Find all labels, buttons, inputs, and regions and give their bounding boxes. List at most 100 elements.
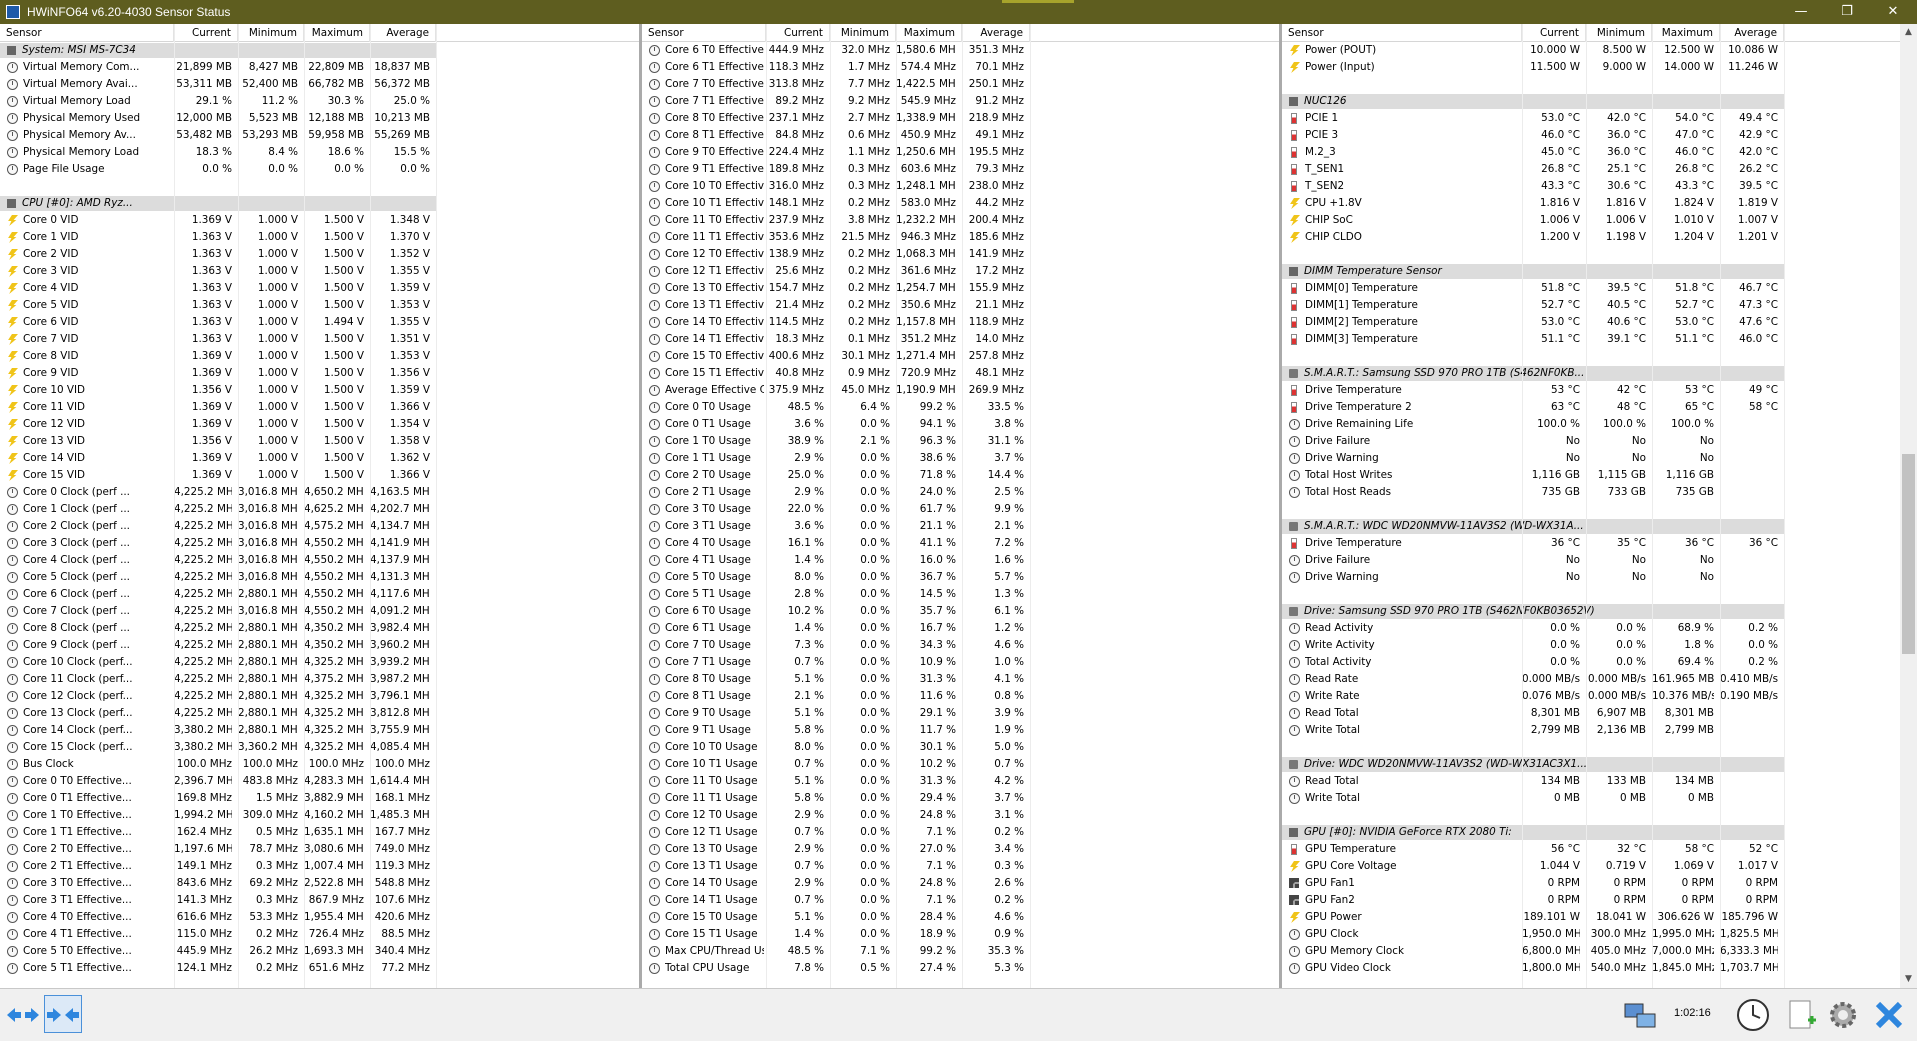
network-button[interactable]	[1616, 995, 1662, 1033]
sensor-row[interactable]: Core 8 T0 Usage 5.1 % 0.0 % 31.3 % 4.1 %	[642, 671, 1279, 688]
sensor-row[interactable]: Core 8 Clock (perf ... 4,225.2 MHz 2,880.1…	[0, 620, 639, 637]
column-header-maximum[interactable]: Maximum	[304, 24, 370, 42]
sensor-row[interactable]: Max CPU/Thread Usage 48.5 % 7.1 % 99.2 % 35.…	[642, 943, 1279, 960]
sensor-row[interactable]: Drive Warning No No No	[1282, 450, 1900, 467]
sensor-row[interactable]: Total Host Reads 735 GB 733 GB 735 GB	[1282, 484, 1900, 501]
sensor-row[interactable]: Core 4 T1 Effective... 115.0 MHz 0.2 MHz 72…	[0, 926, 639, 943]
sensor-group-header[interactable]: NUC126	[1282, 93, 1900, 110]
sensor-row[interactable]: DIMM[2] Temperature 53.0 °C 40.6 °C 53.0 °C…	[1282, 314, 1900, 331]
sensor-row[interactable]: T_SEN2 43.3 °C 30.6 °C 43.3 °C 39.5 °C	[1282, 178, 1900, 195]
sensor-row[interactable]: Physical Memory Load 18.3 % 8.4 % 18.6 % 15.…	[0, 144, 639, 161]
sensor-row[interactable]: Core 3 T0 Effective... 843.6 MHz 69.2 MHz 2…	[0, 875, 639, 892]
column-header-maximum[interactable]: Maximum	[1652, 24, 1720, 42]
sensor-row[interactable]: Drive Failure No No No	[1282, 552, 1900, 569]
sensor-row[interactable]: Core 11 T0 Effective Clock 237.9 MHz 3.8 M…	[642, 212, 1279, 229]
sensor-row[interactable]: Drive Warning No No No	[1282, 569, 1900, 586]
sensor-row[interactable]: Total CPU Usage 7.8 % 0.5 % 27.4 % 5.3 %	[642, 960, 1279, 977]
sensor-panel-2[interactable]: Sensor Current Minimum Maximum Average Core 6…	[642, 24, 1282, 988]
sensor-row[interactable]: Core 9 T0 Usage 5.1 % 0.0 % 29.1 % 3.9 %	[642, 705, 1279, 722]
sensor-row[interactable]: Virtual Memory Load 29.1 % 11.2 % 30.3 % 25.…	[0, 93, 639, 110]
sensor-row[interactable]: Core 12 T0 Usage 2.9 % 0.0 % 24.8 % 3.1 %	[642, 807, 1279, 824]
sensor-row[interactable]: Physical Memory Used 12,000 MB 5,523 MB 12,…	[0, 110, 639, 127]
sensor-group-header[interactable]: DIMM Temperature Sensor	[1282, 263, 1900, 280]
column-header-sensor[interactable]: Sensor	[1282, 24, 1522, 42]
sensor-group-header[interactable]: CPU [#0]: AMD Ryz...	[0, 195, 639, 212]
sensor-row[interactable]: Core 8 T1 Usage 2.1 % 0.0 % 11.6 % 0.8 %	[642, 688, 1279, 705]
sensor-row[interactable]: Write Activity 0.0 % 0.0 % 1.8 % 0.0 %	[1282, 637, 1900, 654]
sensor-row[interactable]: Virtual Memory Avai... 53,311 MB 52,400 MB…	[0, 76, 639, 93]
sensor-row[interactable]: Power (POUT) 10.000 W 8.500 W 12.500 W 10.08…	[1282, 42, 1900, 59]
sensor-row[interactable]: Write Rate 0.076 MB/s 0.000 MB/s 10.376 MB/…	[1282, 688, 1900, 705]
sensor-row[interactable]: Write Total 0 MB 0 MB 0 MB	[1282, 790, 1900, 807]
scroll-down-icon[interactable]: ▼	[1900, 971, 1917, 988]
sensor-row[interactable]: Read Total 8,301 MB 6,907 MB 8,301 MB	[1282, 705, 1900, 722]
sensor-row[interactable]: Core 5 T0 Usage 8.0 % 0.0 % 36.7 % 5.7 %	[642, 569, 1279, 586]
column-header-average[interactable]: Average	[1720, 24, 1784, 42]
sensor-row[interactable]: Core 3 VID 1.363 V 1.000 V 1.500 V 1.355 V	[0, 263, 639, 280]
sensor-row[interactable]: Core 7 VID 1.363 V 1.000 V 1.500 V 1.351 V	[0, 331, 639, 348]
sensor-row[interactable]: DIMM[3] Temperature 51.1 °C 39.1 °C 51.1 °C…	[1282, 331, 1900, 348]
sensor-row[interactable]: Virtual Memory Com... 21,899 MB 8,427 MB 22…	[0, 59, 639, 76]
sensor-row[interactable]: GPU Core Voltage 1.044 V 0.719 V 1.069 V 1.0…	[1282, 858, 1900, 875]
sensor-row[interactable]: Core 5 T1 Effective... 124.1 MHz 0.2 MHz 65…	[0, 960, 639, 977]
sensor-row[interactable]: Core 15 T1 Usage 1.4 % 0.0 % 18.9 % 0.9 %	[642, 926, 1279, 943]
sensor-row[interactable]: Core 5 VID 1.363 V 1.000 V 1.500 V 1.353 V	[0, 297, 639, 314]
sensor-row[interactable]: Core 6 VID 1.363 V 1.000 V 1.494 V 1.355 V	[0, 314, 639, 331]
sensor-row[interactable]: Core 10 T0 Usage 8.0 % 0.0 % 30.1 % 5.0 %	[642, 739, 1279, 756]
sensor-row[interactable]: Core 2 T0 Usage 25.0 % 0.0 % 71.8 % 14.4 %	[642, 467, 1279, 484]
vertical-scrollbar[interactable]: ▲ ▼	[1900, 24, 1917, 988]
sensor-row[interactable]: Core 10 T0 Effective Clock 316.0 MHz 0.3 M…	[642, 178, 1279, 195]
column-header-current[interactable]: Current	[1522, 24, 1586, 42]
sensor-row[interactable]: Core 7 T1 Usage 0.7 % 0.0 % 10.9 % 1.0 %	[642, 654, 1279, 671]
sensor-group-header[interactable]: S.M.A.R.T.: WDC WD20NMVW-11AV3S2 (WD-WX3…	[1282, 518, 1900, 535]
sensor-row[interactable]: Core 0 T0 Usage 48.5 % 6.4 % 99.2 % 33.5 %	[642, 399, 1279, 416]
sensor-row[interactable]: Core 13 T1 Effective Clock 21.4 MHz 0.2 MH…	[642, 297, 1279, 314]
sensor-group-header[interactable]: S.M.A.R.T.: Samsung SSD 970 PRO 1TB (S46…	[1282, 365, 1900, 382]
column-header-current[interactable]: Current	[766, 24, 830, 42]
sensor-row[interactable]: Core 11 T0 Usage 5.1 % 0.0 % 31.3 % 4.2 %	[642, 773, 1279, 790]
sensor-row[interactable]: Read Rate 0.000 MB/s 0.000 MB/s 161.965 MB/…	[1282, 671, 1900, 688]
sensor-row[interactable]: Core 9 T0 Effective Clock 224.4 MHz 1.1 MH…	[642, 144, 1279, 161]
column-header-average[interactable]: Average	[962, 24, 1030, 42]
sensor-row[interactable]: Core 4 T0 Effective... 616.6 MHz 53.3 MHz 1…	[0, 909, 639, 926]
sensor-row[interactable]: Core 2 T0 Effective... 1,197.6 MHz 78.7 MH…	[0, 841, 639, 858]
sensor-row[interactable]: Core 0 T1 Effective... 169.8 MHz 1.5 MHz 3,…	[0, 790, 639, 807]
sensor-row[interactable]: Core 12 Clock (perf... 4,225.2 MHz 2,880.1…	[0, 688, 639, 705]
sensor-row[interactable]: Core 1 T0 Effective... 1,994.2 MHz 309.0 M…	[0, 807, 639, 824]
sensor-row[interactable]: Core 14 Clock (perf... 3,380.2 MHz 2,880.1…	[0, 722, 639, 739]
sensor-row[interactable]: Core 9 Clock (perf ... 4,225.2 MHz 2,880.1…	[0, 637, 639, 654]
sensor-row[interactable]: Core 10 VID 1.356 V 1.000 V 1.500 V 1.359 V	[0, 382, 639, 399]
sensor-row[interactable]: CPU +1.8V 1.816 V 1.816 V 1.824 V 1.819 V	[1282, 195, 1900, 212]
sensor-row[interactable]: Total Host Writes 1,116 GB 1,115 GB 1,116 G…	[1282, 467, 1900, 484]
column-header-sensor[interactable]: Sensor	[642, 24, 766, 42]
sensor-panel-3[interactable]: Sensor Current Minimum Maximum Average Power …	[1282, 24, 1900, 988]
sensor-row[interactable]: Core 9 VID 1.369 V 1.000 V 1.500 V 1.356 V	[0, 365, 639, 382]
sensor-row[interactable]: Core 4 T0 Usage 16.1 % 0.0 % 41.1 % 7.2 %	[642, 535, 1279, 552]
sensor-row[interactable]: Core 0 Clock (perf ... 4,225.2 MHz 3,016.8…	[0, 484, 639, 501]
sensor-row[interactable]: Core 12 T1 Usage 0.7 % 0.0 % 7.1 % 0.2 %	[642, 824, 1279, 841]
sensor-row[interactable]: Core 3 T0 Usage 22.0 % 0.0 % 61.7 % 9.9 %	[642, 501, 1279, 518]
sensor-row[interactable]: T_SEN1 26.8 °C 25.1 °C 26.8 °C 26.2 °C	[1282, 161, 1900, 178]
sensor-row[interactable]: Core 15 T0 Effective Clock 400.6 MHz 30.1 …	[642, 348, 1279, 365]
sensor-row[interactable]: Core 7 T0 Effective Clock 313.8 MHz 7.7 MH…	[642, 76, 1279, 93]
sensor-row[interactable]: GPU Fan2 0 RPM 0 RPM 0 RPM 0 RPM	[1282, 892, 1900, 909]
sensor-row[interactable]: Core 12 T0 Effective Clock 138.9 MHz 0.2 M…	[642, 246, 1279, 263]
column-header-current[interactable]: Current	[174, 24, 238, 42]
sensor-row[interactable]: Page File Usage 0.0 % 0.0 % 0.0 % 0.0 %	[0, 161, 639, 178]
sensor-row[interactable]: GPU Memory Clock 6,800.0 MHz 405.0 MHz 7,00…	[1282, 943, 1900, 960]
minimize-button[interactable]: —	[1778, 0, 1824, 24]
sensor-row[interactable]: Core 2 T1 Effective... 149.1 MHz 0.3 MHz 1,…	[0, 858, 639, 875]
sensor-row[interactable]: Core 2 T1 Usage 2.9 % 0.0 % 24.0 % 2.5 %	[642, 484, 1279, 501]
sensor-row[interactable]: Core 15 T1 Effective Clock 40.8 MHz 0.9 MH…	[642, 365, 1279, 382]
sensor-row[interactable]: Read Total 134 MB 133 MB 134 MB	[1282, 773, 1900, 790]
sensor-row[interactable]: DIMM[0] Temperature 51.8 °C 39.5 °C 51.8 °C…	[1282, 280, 1900, 297]
column-header-minimum[interactable]: Minimum	[830, 24, 896, 42]
sensor-row[interactable]: Core 14 VID 1.369 V 1.000 V 1.500 V 1.362 V	[0, 450, 639, 467]
sensor-row[interactable]: Core 3 Clock (perf ... 4,225.2 MHz 3,016.8…	[0, 535, 639, 552]
sensor-row[interactable]: Core 3 T1 Usage 3.6 % 0.0 % 21.1 % 2.1 %	[642, 518, 1279, 535]
maximize-button[interactable]: ❐	[1824, 0, 1870, 24]
sensor-row[interactable]: Drive Temperature 53 °C 42 °C 53 °C 49 °C	[1282, 382, 1900, 399]
sensor-row[interactable]: GPU Clock 1,950.0 MHz 300.0 MHz 1,995.0 MHz…	[1282, 926, 1900, 943]
sensor-row[interactable]: Core 14 T1 Usage 0.7 % 0.0 % 7.1 % 0.2 %	[642, 892, 1279, 909]
sensor-row[interactable]: Core 1 T0 Usage 38.9 % 2.1 % 96.3 % 31.1 %	[642, 433, 1279, 450]
